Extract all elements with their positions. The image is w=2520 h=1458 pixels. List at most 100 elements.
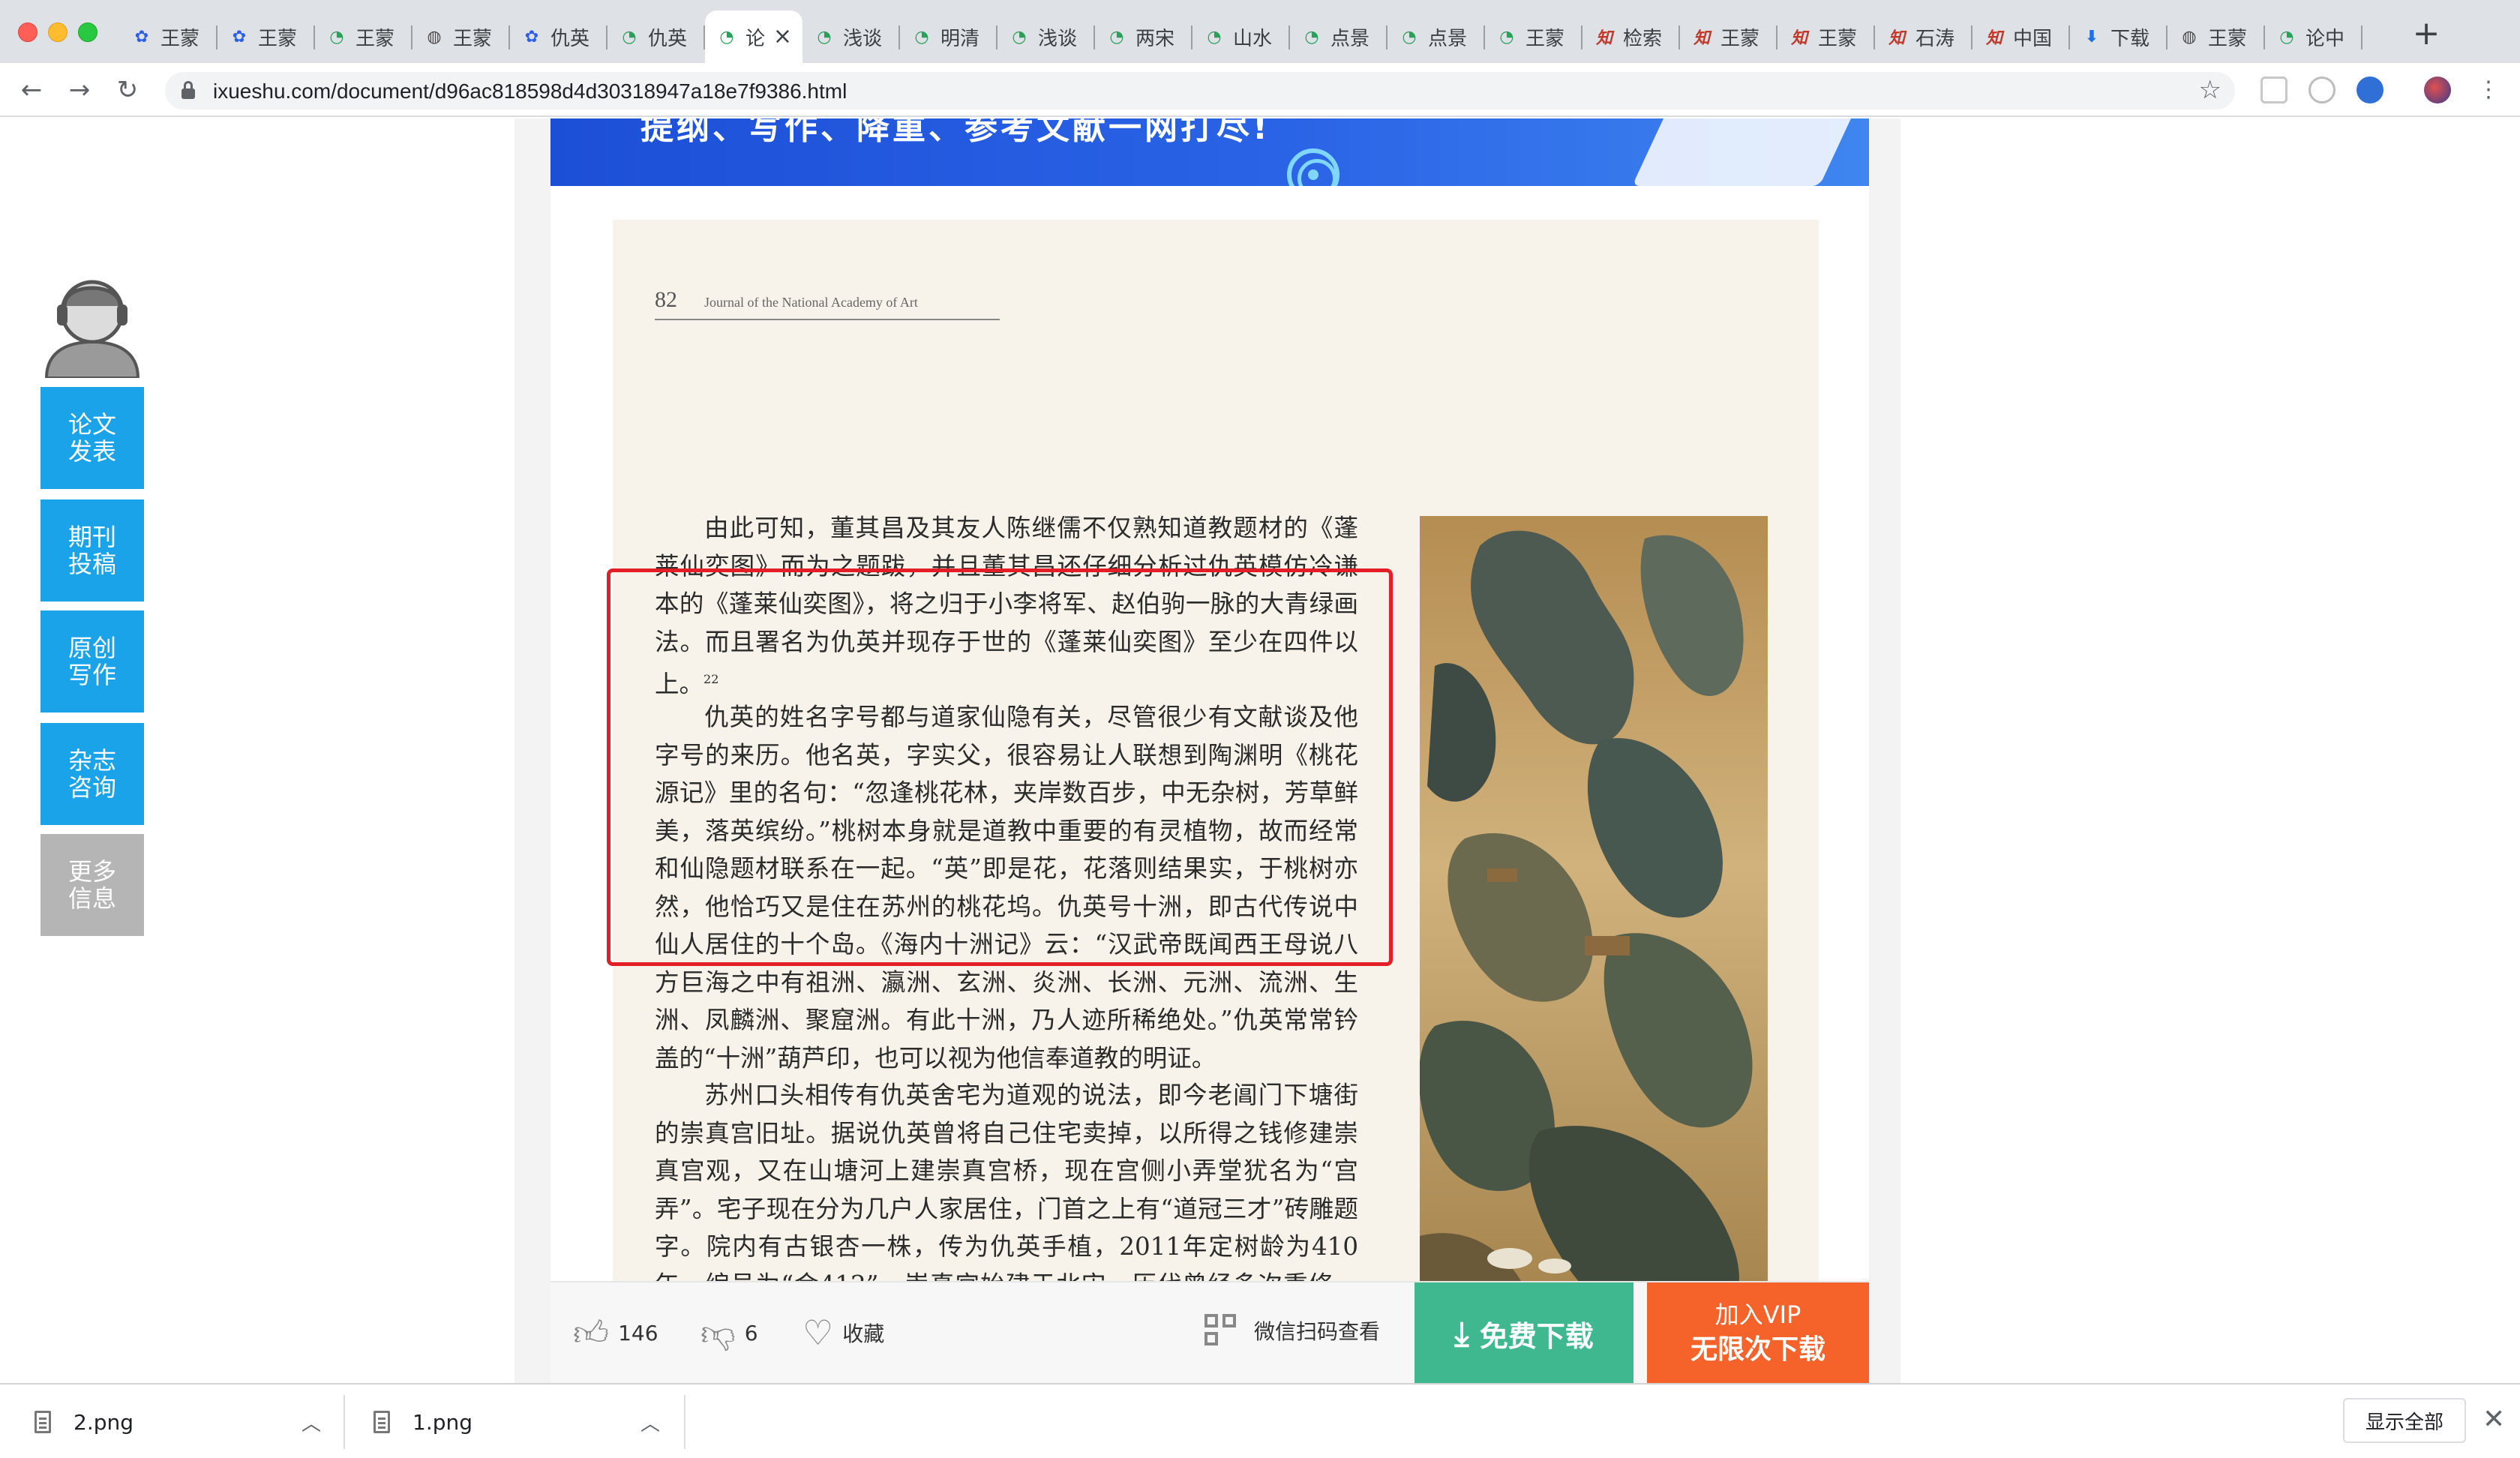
zhiwang-icon: 知 xyxy=(1888,29,1905,48)
browser-tab[interactable]: 知检索 xyxy=(1582,10,1680,63)
sidebar-journal-submit-button[interactable]: 期刊 投稿 xyxy=(40,500,144,602)
download-filename: 1.png xyxy=(412,1409,473,1435)
browser-tab[interactable]: ◔ 明清 xyxy=(900,10,998,63)
tab-label: 明清 xyxy=(940,27,980,50)
zhiwang-icon: 知 xyxy=(1790,29,1808,48)
profile-avatar[interactable] xyxy=(2424,76,2451,104)
tab-label: 下载 xyxy=(2110,27,2150,50)
window-close-button[interactable] xyxy=(18,22,38,42)
sidebar-button-label: 信息 xyxy=(68,884,116,913)
promo-banner[interactable]: 提纲、写作、降重、参考文献一网打尽! xyxy=(550,118,1869,186)
tab-label: 论 xyxy=(746,27,766,50)
download-item[interactable]: 2.png ︿ xyxy=(34,1394,327,1450)
extension-clock-icon[interactable] xyxy=(2308,76,2336,104)
forward-arrow-icon[interactable]: → xyxy=(63,74,96,106)
globe-icon: ◍ xyxy=(2182,27,2197,46)
download-icon: ⬇ xyxy=(2084,27,2099,46)
tab-label: 王蒙 xyxy=(1526,27,1565,50)
baidu-icon: ✿ xyxy=(232,27,247,46)
extension-translate-icon[interactable] xyxy=(2356,76,2384,104)
browser-tab[interactable]: ◔ 仇英 xyxy=(608,10,705,63)
xueshu-icon: ◔ xyxy=(1304,27,1319,46)
zhiwang-icon: 知 xyxy=(1985,29,2002,48)
signal-rings-icon xyxy=(1287,148,1340,186)
sidebar-magazine-consult-button[interactable]: 杂志 咨询 xyxy=(40,723,144,825)
browser-toolbar: ← → ↻ ixueshu.com/document/d96ac818598d4… xyxy=(0,63,2520,117)
url-text[interactable]: ixueshu.com/document/d96ac818598d4d30318… xyxy=(213,80,847,104)
download-item[interactable]: 1.png ︿ xyxy=(374,1394,666,1450)
browser-tab[interactable]: ◍ 王蒙 xyxy=(412,10,510,63)
menu-dots-icon[interactable]: ⋮ xyxy=(2472,74,2505,106)
download-icon: ⤓ xyxy=(1454,1314,1469,1353)
chevron-up-icon[interactable]: ︿ xyxy=(302,1408,321,1436)
tab-label: 王蒙 xyxy=(1720,27,1760,50)
zhiwang-icon: 知 xyxy=(1595,29,1612,48)
file-icon xyxy=(374,1411,390,1433)
browser-tab[interactable]: 知中国 xyxy=(1972,10,2070,63)
browser-tab[interactable]: ◔ 王蒙 xyxy=(315,10,412,63)
download-divider xyxy=(344,1395,345,1449)
browser-tab[interactable]: ✿ 王蒙 xyxy=(120,10,218,63)
browser-tab[interactable]: ◔ 两宋 xyxy=(1095,10,1192,63)
customer-service-avatar-icon[interactable] xyxy=(40,268,144,380)
wechat-scan-button[interactable]: 微信扫码查看 xyxy=(1204,1314,1380,1347)
window-minimize-button[interactable] xyxy=(48,22,68,42)
free-download-button[interactable]: ⤓ 免费下载 xyxy=(1414,1282,1634,1383)
browser-tab[interactable]: 知王蒙 xyxy=(1778,10,1875,63)
tab-label: 王蒙 xyxy=(160,27,200,50)
favorite-button[interactable]: ♡ 收藏 xyxy=(802,1314,884,1352)
browser-tab[interactable]: ✿ 仇英 xyxy=(510,10,608,63)
sidebar-original-writing-button[interactable]: 原创 写作 xyxy=(40,610,144,712)
browser-tab[interactable]: ⬇ 下载 xyxy=(2070,10,2168,63)
browser-tab[interactable]: ◔ 山水 xyxy=(1192,10,1290,63)
new-tab-button[interactable]: + xyxy=(2408,15,2445,52)
browser-tab[interactable]: 知石涛 xyxy=(1875,10,1972,63)
browser-tab[interactable]: ◔ 论中 xyxy=(2265,10,2362,63)
tab-close-icon[interactable]: × xyxy=(773,26,792,48)
browser-tab[interactable]: ◔ 点景 xyxy=(1388,10,1485,63)
tab-label: 王蒙 xyxy=(2208,27,2248,50)
browser-tab[interactable]: 知王蒙 xyxy=(1680,10,1778,63)
xueshu-icon: ◔ xyxy=(329,27,344,46)
address-bar[interactable]: ixueshu.com/document/d96ac818598d4d30318… xyxy=(165,72,2235,110)
tab-label: 王蒙 xyxy=(1818,27,1858,50)
like-button[interactable]: 👍︎ 146 xyxy=(573,1314,658,1352)
tab-label: 两宋 xyxy=(1136,27,1175,50)
sidebar-more-info-button[interactable]: 更多 信息 xyxy=(40,834,144,936)
landscape-painting-image xyxy=(1420,516,1768,1383)
banner-decoration xyxy=(1632,118,1862,186)
browser-tab[interactable]: ◔ 王蒙 xyxy=(1485,10,1582,63)
thumbs-down-icon: 👎︎ xyxy=(700,1312,736,1353)
join-vip-button[interactable]: 加入VIP 无限次下载 xyxy=(1647,1282,1869,1383)
download-shelf: 2.png ︿ 1.png ︿ 显示全部 ✕ xyxy=(0,1383,2520,1458)
back-arrow-icon[interactable]: ← xyxy=(15,74,48,106)
xueshu-icon: ◔ xyxy=(622,27,637,46)
extension-square-icon[interactable] xyxy=(2260,76,2288,104)
browser-tab[interactable]: ◔ 论 × xyxy=(705,10,802,63)
thumbs-up-icon: 👍︎ xyxy=(573,1312,610,1353)
tab-label: 浅谈 xyxy=(1038,27,1078,50)
browser-tab[interactable]: ◔ 浅谈 xyxy=(802,10,900,63)
browser-tab[interactable]: ✿ 王蒙 xyxy=(218,10,315,63)
xueshu-icon: ◔ xyxy=(1499,27,1514,46)
show-all-downloads-button[interactable]: 显示全部 xyxy=(2343,1398,2466,1443)
bookmark-star-icon[interactable]: ☆ xyxy=(2199,75,2222,105)
file-icon xyxy=(34,1411,51,1433)
reload-icon[interactable]: ↻ xyxy=(111,74,144,106)
vip-label-line1: 加入VIP xyxy=(1714,1300,1802,1329)
close-shelf-icon[interactable]: ✕ xyxy=(2482,1404,2505,1435)
xueshu-icon: ◔ xyxy=(1207,27,1222,46)
dislike-button[interactable]: 👎︎ 6 xyxy=(700,1314,758,1352)
browser-tab[interactable]: ◔ 点景 xyxy=(1290,10,1388,63)
sidebar-paper-publish-button[interactable]: 论文 发表 xyxy=(40,387,144,489)
chevron-up-icon[interactable]: ︿ xyxy=(640,1408,660,1436)
xueshu-icon: ◔ xyxy=(2279,27,2294,46)
browser-tab[interactable]: ◔ 浅谈 xyxy=(998,10,1095,63)
tab-label: 石涛 xyxy=(1916,27,1955,50)
xueshu-icon: ◔ xyxy=(1012,27,1027,46)
browser-tab[interactable]: ◍ 王蒙 xyxy=(2168,10,2265,63)
globe-icon: ◍ xyxy=(427,27,442,46)
qr-code-icon xyxy=(1204,1314,1238,1347)
window-maximize-button[interactable] xyxy=(78,22,98,42)
xueshu-icon: ◔ xyxy=(1402,27,1417,46)
